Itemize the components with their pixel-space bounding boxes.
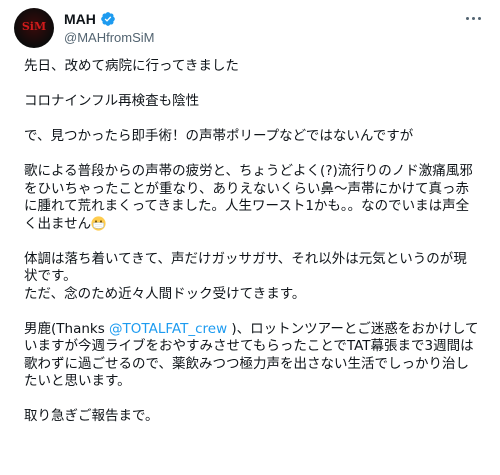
paragraph-5-line-1: 体調は落ち着いてきて、声だけガッサガサ、それ以外は元気というのが現状です。 bbox=[24, 250, 467, 285]
display-name[interactable]: MAH bbox=[64, 11, 96, 27]
more-options-button[interactable] bbox=[462, 10, 484, 26]
more-options-dot bbox=[471, 16, 475, 20]
tweet: SiM MAH @MAHfromSiM 先日、改めて病院に行ってきました コロナ… bbox=[0, 0, 500, 475]
display-name-row: MAH bbox=[64, 10, 154, 28]
paragraph-3: で、見つかったら即手術！の声帯ポリープなどではないんですが bbox=[24, 128, 414, 144]
paragraph-7: 取り急ぎご報告まで。 bbox=[24, 408, 159, 424]
tweet-text: 先日、改めて病院に行ってきました コロナインフル再検査も陰性 で、見つかったら即… bbox=[14, 58, 486, 426]
mention-link[interactable]: @TOTALFAT_crew bbox=[109, 321, 227, 337]
tweet-header: SiM MAH @MAHfromSiM bbox=[14, 6, 486, 50]
paragraph-6-before: 男鹿(Thanks bbox=[24, 320, 110, 337]
handle[interactable]: @MAHfromSiM bbox=[64, 30, 154, 45]
more-options-icon bbox=[465, 16, 469, 20]
paragraph-5: 体調は落ち着いてきて、声だけガッサガサ、それ以外は元気というのが現状です。 ただ、… bbox=[24, 251, 480, 304]
verified-badge-icon bbox=[101, 12, 115, 26]
paragraph-1: 先日、改めて病院に行ってきました bbox=[24, 58, 239, 74]
paragraph-6: 男鹿(Thanks @TOTALFAT_crew )、ロットンツアーとご迷惑をお… bbox=[24, 321, 480, 391]
paragraph-4: 歌による普段からの声帯の疲労と、ちょうどよく(?)流行りのノド激痛風邪をひいちゃ… bbox=[24, 163, 480, 233]
band-logo-icon: SiM bbox=[14, 20, 54, 33]
paragraph-5-line-2: ただ、念のため近々人間ドック受けてきます。 bbox=[24, 285, 306, 302]
paragraph-2: コロナインフル再検査も陰性 bbox=[24, 93, 200, 109]
avatar[interactable]: SiM bbox=[14, 8, 54, 48]
mask-face-emoji-icon bbox=[91, 215, 106, 231]
author-info: MAH @MAHfromSiM bbox=[64, 10, 154, 45]
more-options-dot bbox=[477, 16, 481, 20]
avatar-text: SiM bbox=[21, 20, 47, 33]
